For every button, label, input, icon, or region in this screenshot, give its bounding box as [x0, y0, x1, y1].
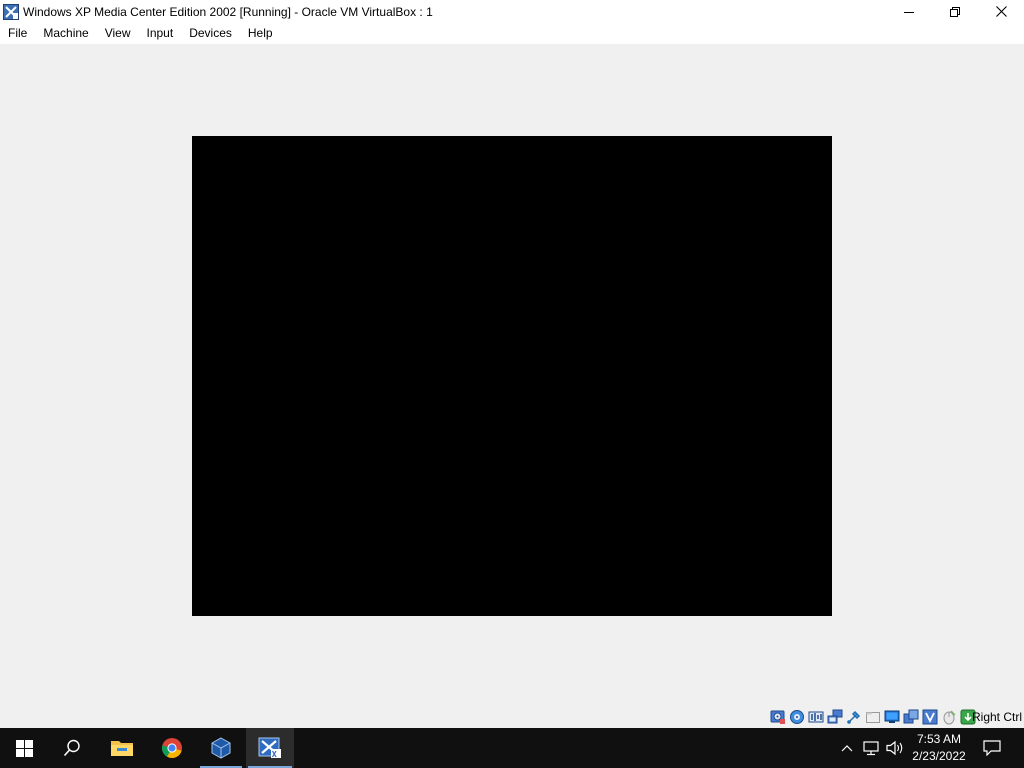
notification-icon [983, 740, 1001, 756]
chrome-button[interactable] [148, 728, 196, 768]
action-center-button[interactable] [976, 728, 1008, 768]
menu-help[interactable]: Help [240, 23, 281, 44]
close-icon [995, 6, 1007, 17]
show-hidden-icons-button[interactable] [836, 728, 858, 768]
close-button[interactable] [978, 0, 1024, 23]
vm-display-area[interactable] [0, 44, 1024, 706]
virtualbox-vm-icon[interactable] [3, 3, 19, 20]
minimize-button[interactable] [886, 0, 932, 23]
taskbar-clock[interactable]: 7:53 AM 2/23/2022 [904, 728, 974, 768]
shared-folders-icon[interactable] [865, 709, 881, 725]
host-key-label[interactable]: Right Ctrl [972, 706, 1022, 728]
virtualization-icon[interactable] [922, 709, 938, 725]
virtualbox-icon [211, 737, 231, 759]
windows-xp-vm-button[interactable] [246, 728, 294, 768]
restore-icon [950, 6, 960, 17]
windows-xp-vm-icon [258, 737, 281, 758]
clock-date: 2/23/2022 [912, 749, 966, 763]
mouse-integration-icon[interactable] [941, 709, 957, 725]
chevron-up-icon [841, 745, 853, 752]
network-icon[interactable] [827, 709, 843, 725]
vm-screen[interactable] [192, 136, 832, 616]
virtualbox-button[interactable] [198, 728, 244, 768]
hard-disk-icon[interactable] [770, 709, 786, 725]
menu-bar: File Machine View Input Devices Help [0, 23, 1024, 44]
search-icon [63, 739, 80, 757]
search-button[interactable] [48, 728, 96, 768]
display-icon[interactable] [884, 709, 900, 725]
status-bar: Right Ctrl [0, 706, 1024, 728]
chrome-icon [161, 738, 182, 759]
network-tray-button[interactable] [860, 728, 882, 768]
menu-input[interactable]: Input [139, 23, 182, 44]
start-button[interactable] [0, 728, 48, 768]
volume-icon [886, 740, 903, 756]
minimize-icon [904, 11, 914, 13]
volume-tray-button[interactable] [884, 728, 906, 768]
network-icon [863, 741, 879, 756]
audio-icon[interactable] [808, 709, 824, 725]
restore-button[interactable] [932, 0, 978, 23]
usb-icon[interactable] [846, 709, 862, 725]
file-explorer-icon [111, 741, 133, 756]
menu-file[interactable]: File [0, 23, 35, 44]
clock-time: 7:53 AM [916, 732, 962, 746]
file-explorer-button[interactable] [98, 728, 146, 768]
optical-drive-icon[interactable] [789, 709, 805, 725]
menu-view[interactable]: View [97, 23, 139, 44]
window-title-bar[interactable]: Windows XP Media Center Edition 2002 [Ru… [0, 0, 1024, 23]
menu-devices[interactable]: Devices [181, 23, 240, 44]
windows-start-icon [15, 739, 33, 757]
menu-machine[interactable]: Machine [35, 23, 96, 44]
video-capture-icon[interactable] [903, 709, 919, 725]
taskbar: 7:53 AM 2/23/2022 [0, 728, 1024, 768]
window-title: Windows XP Media Center Edition 2002 [Ru… [23, 4, 433, 19]
